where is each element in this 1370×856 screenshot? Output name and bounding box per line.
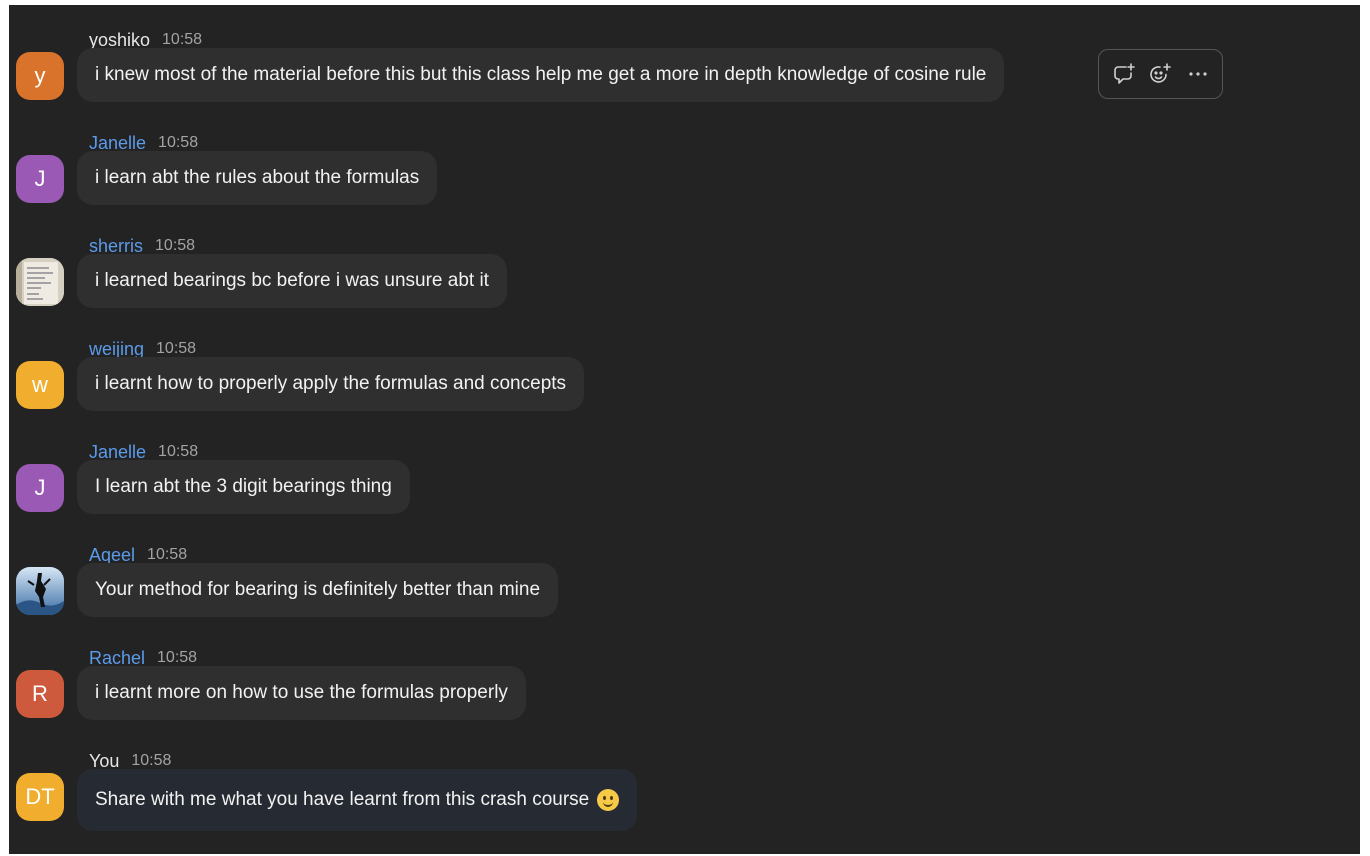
message-timestamp: 10:58 [147, 546, 188, 563]
message-bubble[interactable]: I learn abt the 3 digit bearings thing [77, 460, 410, 514]
message-bubble[interactable]: i learnt how to properly apply the formu… [77, 357, 585, 411]
diver-photo-image [16, 567, 64, 615]
message-timestamp: 10:58 [158, 443, 199, 460]
avatar[interactable]: R [16, 670, 64, 718]
chat-message[interactable]: Aqeel 10:58 Your method for bearing is d… [9, 544, 1360, 647]
add-reaction-icon[interactable] [1146, 59, 1176, 89]
avatar[interactable]: DT [16, 773, 64, 821]
message-timestamp: 10:58 [162, 31, 203, 48]
message-bubble[interactable]: i learn abt the rules about the formulas [77, 151, 438, 205]
handwritten-note-image [16, 258, 64, 306]
chat-message[interactable]: J Janelle 10:58 i learn abt the rules ab… [9, 132, 1360, 235]
reply-in-thread-icon[interactable] [1109, 59, 1139, 89]
chat-panel: y yoshiko 10:58 i knew most of the mater… [9, 5, 1360, 854]
slightly-smiling-face-icon [597, 789, 620, 811]
message-timestamp: 10:58 [156, 340, 197, 357]
chat-message[interactable]: J Janelle 10:58 I learn abt the 3 digit … [9, 441, 1360, 544]
message-timestamp: 10:58 [157, 649, 198, 666]
avatar[interactable]: J [16, 155, 64, 203]
message-bubble[interactable]: Share with me what you have learnt from … [77, 769, 638, 831]
avatar-photo[interactable] [16, 567, 64, 615]
message-timestamp: 10:58 [158, 134, 199, 151]
message-text: Share with me what you have learnt from … [95, 789, 590, 810]
message-bubble[interactable]: i learned bearings bc before i was unsur… [77, 254, 507, 308]
chat-message-own[interactable]: DT You 10:58 Share with me what you have… [9, 750, 1360, 853]
avatar[interactable]: J [16, 464, 64, 512]
message-bubble[interactable]: i knew most of the material before this … [77, 48, 1005, 102]
message-actions-toolbar [1098, 49, 1223, 99]
avatar[interactable]: w [16, 361, 64, 409]
chat-message[interactable]: sherris 10:58 i learned bearings bc befo… [9, 235, 1360, 338]
more-options-icon[interactable] [1183, 59, 1213, 89]
message-bubble[interactable]: i learnt more on how to use the formulas… [77, 666, 526, 720]
message-timestamp: 10:58 [155, 237, 196, 254]
chat-message[interactable]: w weijing 10:58 i learnt how to properly… [9, 338, 1360, 441]
chat-message[interactable]: R Rachel 10:58 i learnt more on how to u… [9, 647, 1360, 750]
message-timestamp: 10:58 [131, 752, 172, 769]
avatar[interactable]: y [16, 52, 64, 100]
message-bubble[interactable]: Your method for bearing is definitely be… [77, 563, 559, 617]
avatar-photo[interactable] [16, 258, 64, 306]
